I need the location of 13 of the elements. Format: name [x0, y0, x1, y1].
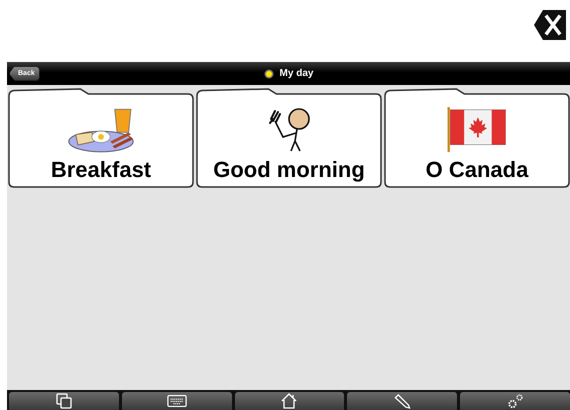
symbol-button[interactable]: Breakfast [8, 88, 194, 188]
page-title: My day [280, 68, 314, 79]
symbol-button[interactable]: O Canada [384, 88, 570, 188]
toolbar-button[interactable] [347, 392, 458, 410]
symbol-button[interactable]: Good morning [196, 88, 382, 188]
toolbar-button[interactable] [234, 392, 344, 410]
close-icon[interactable] [534, 10, 566, 40]
keyboard-icon [166, 393, 187, 409]
copy-icon [54, 393, 74, 409]
pencil-icon [392, 393, 412, 409]
toolbar-button[interactable] [122, 392, 232, 410]
toolbar-button[interactable] [9, 392, 119, 410]
status-dot-icon [264, 68, 274, 78]
